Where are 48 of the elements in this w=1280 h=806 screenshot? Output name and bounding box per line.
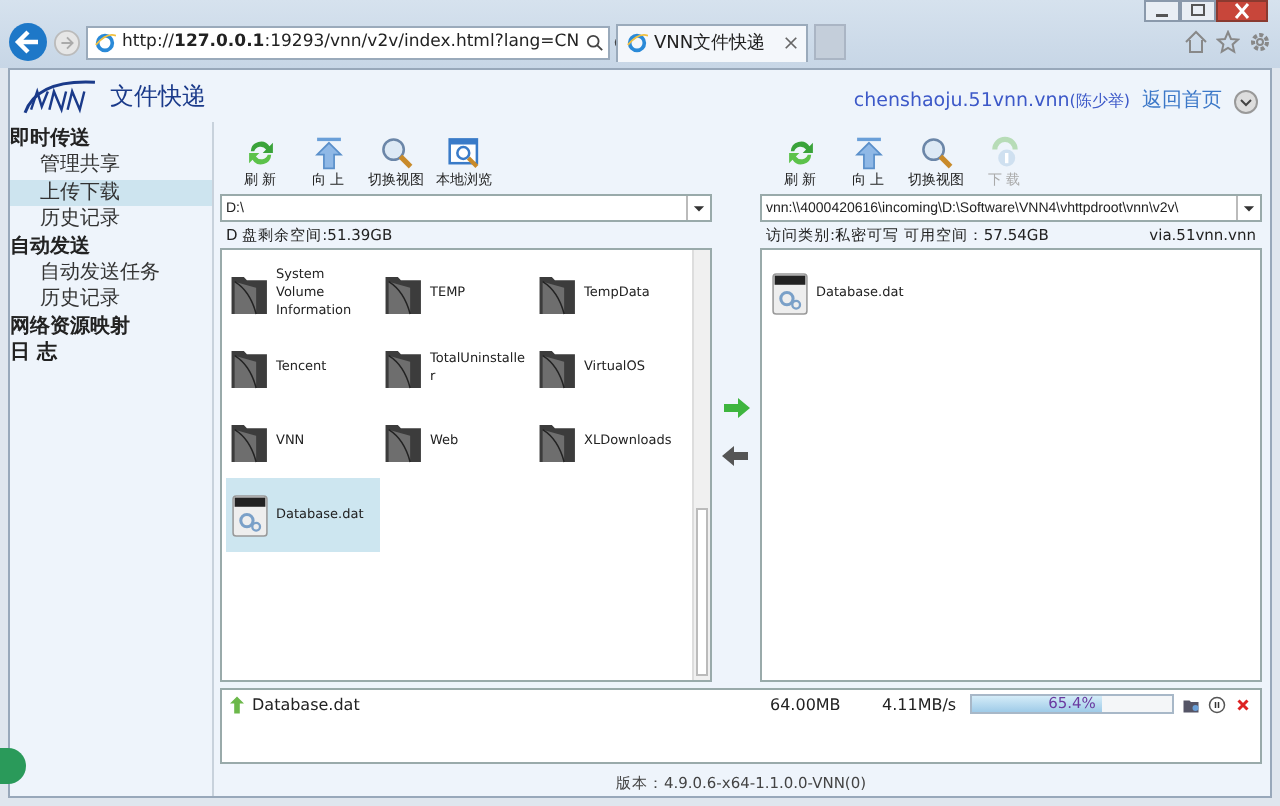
sidebar-item[interactable]: 管理共享 (10, 152, 212, 179)
home-link[interactable]: 返回首页 (1142, 86, 1222, 114)
left-arrow-icon[interactable] (722, 446, 750, 466)
close-button[interactable] (1216, 0, 1268, 22)
transfer-file-name: Database.dat (252, 695, 362, 713)
browser-logo-icon (626, 32, 648, 54)
transfer-speed: 4.11MB/s (882, 695, 959, 713)
sidebar-group[interactable]: 自动发送 (10, 233, 212, 259)
user-link[interactable]: chenshaoju.51vnn.vnn(陈少举) (853, 90, 1130, 112)
transfer-size: 64.00MB (770, 695, 843, 713)
search-icon[interactable] (585, 33, 604, 51)
maximize-button[interactable] (1180, 0, 1216, 22)
window-magnifier-icon (447, 136, 481, 170)
caret-icon[interactable] (1234, 90, 1258, 114)
dat-file-icon (770, 269, 810, 317)
star-icon[interactable] (1216, 30, 1240, 54)
pause-icon[interactable] (1208, 695, 1226, 713)
sidebar-group[interactable]: 日 志 (10, 339, 212, 365)
settings-icon[interactable] (1248, 30, 1272, 54)
download-icon (987, 136, 1021, 170)
chat-button[interactable] (0, 748, 26, 784)
magnifier-icon (379, 136, 413, 170)
app-title: 文件快递 (110, 79, 206, 113)
dropdown-arrow-icon (1236, 196, 1260, 220)
scrollbar[interactable] (692, 250, 710, 680)
upload-arrow-icon (230, 695, 244, 713)
up-arrow-icon (311, 136, 345, 170)
delete-icon[interactable] (1234, 695, 1252, 713)
sidebar-item[interactable]: 历史记录 (10, 206, 212, 233)
home-icon[interactable] (1184, 30, 1208, 54)
sidebar-group[interactable]: 即时传送 (10, 126, 212, 152)
dropdown-arrow-icon (686, 196, 710, 220)
folder-open-icon[interactable] (1182, 695, 1200, 713)
browser-logo-icon (94, 31, 116, 53)
close-icon[interactable] (784, 36, 798, 50)
back-button[interactable] (8, 22, 48, 62)
dat-file-icon (230, 491, 270, 539)
minimize-button[interactable] (1144, 0, 1180, 22)
up-arrow-icon (851, 136, 885, 170)
sidebar-item[interactable]: 上传下载 (10, 179, 212, 206)
sidebar-item[interactable]: 历史记录 (10, 286, 212, 313)
refresh-icon (783, 136, 817, 170)
address-bar[interactable]: http://127.0.0.1:19293/vnn/v2v/index.html?lang=CN (86, 25, 610, 59)
sidebar-group[interactable]: 网络资源映射 (10, 313, 212, 339)
refresh-icon (243, 136, 277, 170)
browser-tab[interactable]: VNN文件快递 (616, 23, 808, 61)
magnifier-icon (919, 136, 953, 170)
sidebar-item[interactable]: 自动发送任务 (10, 259, 212, 286)
